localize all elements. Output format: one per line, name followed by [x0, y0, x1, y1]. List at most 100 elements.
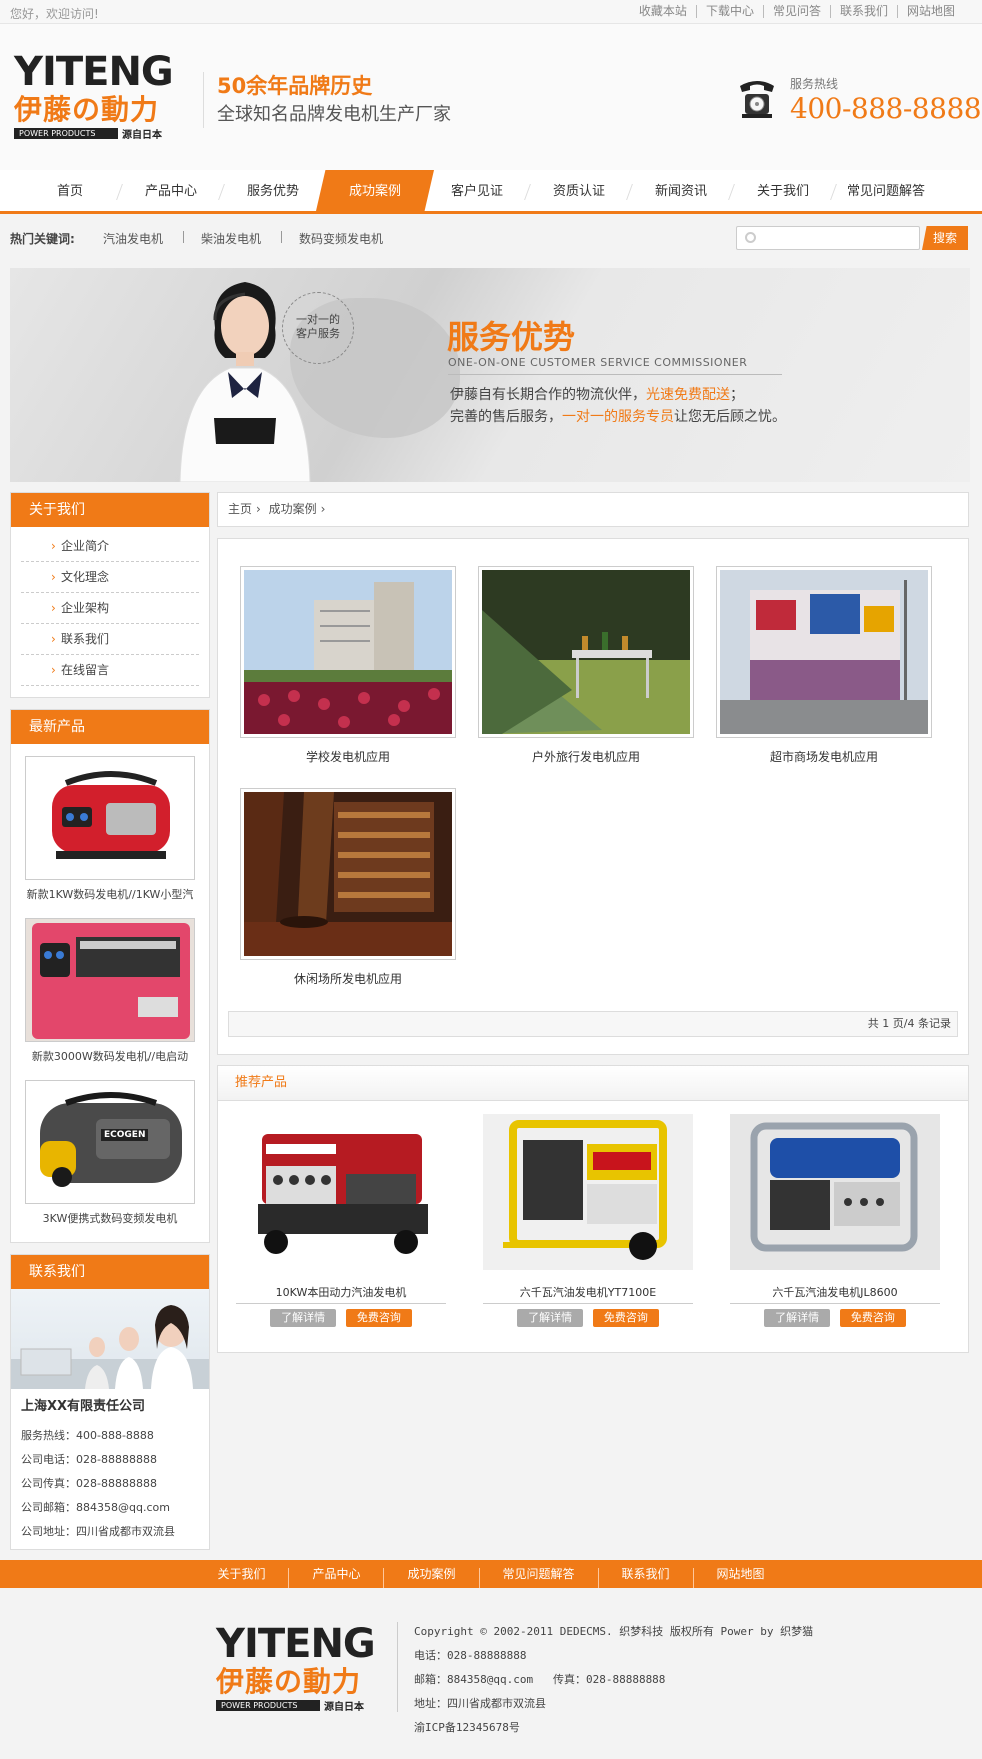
footer-logo: YITENG 伊藤の動力 POWER PRODUCTS 源自日本	[216, 1624, 390, 1714]
footer-link-about[interactable]: 关于我们	[194, 1568, 288, 1588]
bookmark-link[interactable]: 收藏本站	[630, 5, 696, 18]
keyword-link[interactable]: 汽油发电机	[103, 230, 163, 247]
consult-button[interactable]: 免费咨询	[592, 1309, 659, 1327]
about-list: 企业简介 文化理念 企业架构 联系我们 在线留言	[11, 527, 209, 690]
case-title[interactable]: 户外旅行发电机应用	[478, 748, 694, 765]
search-icon	[745, 232, 756, 243]
consult-button[interactable]: 免费咨询	[345, 1309, 412, 1327]
search-button[interactable]: 搜索	[922, 226, 968, 250]
header-divider	[203, 72, 204, 128]
banner-title: 服务优势	[447, 318, 576, 356]
keywords-label: 热门关键词:	[10, 232, 75, 246]
about-item-culture[interactable]: 文化理念	[21, 562, 199, 593]
contact-sidebox: 联系我们 上海XX有限责任公司 服务热线：400-888-8888 公司电话：0…	[10, 1254, 210, 1550]
recommended-products: 推荐产品 10KW本田动力汽油发电机 了解详情 免费咨询 六千瓦汽油发电机YT7…	[217, 1065, 969, 1353]
footer-link-faq[interactable]: 常见问题解答	[478, 1568, 598, 1588]
banner-highlight: 光速免费配送	[646, 387, 730, 403]
recommend-product-name[interactable]: 10KW本田动力汽油发电机	[236, 1270, 446, 1304]
sitemap-link[interactable]: 网站地图	[896, 5, 964, 18]
keyword-link[interactable]: 数码变频发电机	[299, 230, 383, 247]
footer-email-fax: 邮箱：884358@qq.com 传真：028-88888888	[414, 1673, 666, 1686]
case-image-supermarket[interactable]	[720, 570, 928, 734]
recommend-product[interactable]: 六千瓦汽油发电机YT7100E 了解详情 免费咨询	[477, 1114, 699, 1327]
nav-products[interactable]: 产品中心	[120, 170, 222, 211]
contact-link[interactable]: 联系我们	[829, 5, 897, 18]
slogan-main: 50余年品牌历史	[217, 74, 373, 98]
footer-info: Copyright © 2002-2011 DEDECMS. 织梦科技 版权所有…	[414, 1620, 813, 1740]
about-item-intro[interactable]: 企业简介	[21, 531, 199, 562]
nav-testimonials[interactable]: 客户见证	[426, 170, 528, 211]
banner-text: ；	[730, 387, 744, 403]
product-name[interactable]: 新款1KW数码发电机//1KW小型汽	[11, 880, 209, 916]
welcome-text: 您好，欢迎访问!	[10, 7, 99, 21]
footer-icp[interactable]: 渝ICP备12345678号	[414, 1716, 813, 1740]
case-image-outdoor[interactable]	[482, 570, 690, 734]
nav-faq[interactable]: 常见问题解答	[834, 170, 938, 211]
case-title[interactable]: 超市商场发电机应用	[716, 748, 932, 765]
logo-tag: POWER PRODUCTS	[14, 128, 118, 139]
faq-link[interactable]: 常见问答	[762, 5, 830, 18]
case-image-school[interactable]	[244, 570, 452, 734]
product-image[interactable]	[25, 756, 195, 880]
hotline-number: 400-888-8888	[790, 92, 982, 125]
search-input[interactable]	[736, 226, 920, 250]
case-card[interactable]: 学校发电机应用	[240, 566, 456, 765]
footer-link-cases[interactable]: 成功案例	[383, 1568, 478, 1588]
site-logo[interactable]: YITENG 伊藤の動力 POWER PRODUCTS 源自日本	[14, 52, 184, 141]
details-button[interactable]: 了解详情	[270, 1309, 337, 1327]
breadcrumb-home[interactable]: 主页	[228, 502, 252, 516]
about-item-contact[interactable]: 联系我们	[21, 624, 199, 655]
case-title[interactable]: 学校发电机应用	[240, 748, 456, 765]
consult-button[interactable]: 免费咨询	[839, 1309, 906, 1327]
case-card[interactable]: 休闲场所发电机应用	[240, 788, 456, 987]
breadcrumb-current[interactable]: 成功案例	[269, 502, 317, 516]
case-card[interactable]: 户外旅行发电机应用	[478, 566, 694, 765]
breadcrumb-chevron-icon: ›	[256, 502, 261, 516]
product-name[interactable]: 新款3000W数码发电机//电启动	[11, 1042, 209, 1078]
top-bar: 您好，欢迎访问! 收藏本站 下载中心 常见问答 联系我们 网站地图	[0, 0, 982, 24]
nav-certification[interactable]: 资质认证	[528, 170, 630, 211]
telephone-icon	[736, 76, 778, 120]
about-item-structure[interactable]: 企业架构	[21, 593, 199, 624]
one-on-one-badge: 一对一的 客户服务	[282, 292, 354, 364]
case-card[interactable]: 超市商场发电机应用	[716, 566, 932, 765]
nav-home[interactable]: 首页	[20, 170, 120, 211]
service-banner: 一对一的 客户服务 服务优势 ONE-ON-ONE CUSTOMER SERVI…	[10, 268, 970, 482]
nav-cases[interactable]: 成功案例	[316, 170, 434, 211]
details-button[interactable]: 了解详情	[517, 1309, 584, 1327]
footer-logo-tag: POWER PRODUCTS	[216, 1700, 320, 1711]
recommend-product[interactable]: 六千瓦汽油发电机JL8600 了解详情 免费咨询	[724, 1114, 946, 1327]
pagination-info: 共 1 页/4 条记录	[228, 1011, 958, 1037]
footer-link-sitemap[interactable]: 网站地图	[692, 1568, 788, 1588]
footer-logo-en: YITENG	[216, 1621, 376, 1667]
case-image-leisure[interactable]	[244, 792, 452, 956]
keyword-link[interactable]: 柴油发电机	[201, 230, 261, 247]
product-image[interactable]: ECOGEN	[25, 1080, 195, 1204]
banner-highlight: 一对一的服务专员	[562, 409, 674, 425]
nav-news[interactable]: 新闻资讯	[630, 170, 732, 211]
new-products-title: 最新产品	[11, 710, 209, 744]
recommend-product-name[interactable]: 六千瓦汽油发电机JL8600	[730, 1270, 940, 1304]
footer-link-contact[interactable]: 联系我们	[597, 1568, 693, 1588]
badge-text: 一对一的 客户服务	[296, 313, 340, 340]
breadcrumb-chevron-icon: ›	[320, 502, 326, 516]
breadcrumb: 主页 › 成功案例 ›	[217, 492, 969, 527]
download-link[interactable]: 下载中心	[695, 5, 763, 18]
product-name[interactable]: 3KW便携式数码变频发电机	[11, 1204, 209, 1240]
nav-advantages[interactable]: 服务优势	[222, 170, 324, 211]
product-image[interactable]	[483, 1114, 693, 1270]
about-item-message[interactable]: 在线留言	[21, 655, 199, 686]
recommend-product[interactable]: 10KW本田动力汽油发电机 了解详情 免费咨询	[230, 1114, 452, 1327]
contact-phone: 公司电话：028-88888888	[21, 1453, 157, 1466]
product-image[interactable]	[730, 1114, 940, 1270]
logo-tag2: 源自日本	[122, 130, 162, 141]
footer-link-products[interactable]: 产品中心	[288, 1568, 383, 1588]
product-image[interactable]	[25, 918, 195, 1042]
details-button[interactable]: 了解详情	[764, 1309, 831, 1327]
case-title[interactable]: 休闲场所发电机应用	[240, 970, 456, 987]
nav-about[interactable]: 关于我们	[732, 170, 834, 211]
about-sidebox: 关于我们 企业简介 文化理念 企业架构 联系我们 在线留言	[10, 492, 210, 698]
product-badge: ECOGEN	[101, 1129, 149, 1141]
recommend-product-name[interactable]: 六千瓦汽油发电机YT7100E	[483, 1270, 693, 1304]
product-image[interactable]	[236, 1114, 446, 1270]
